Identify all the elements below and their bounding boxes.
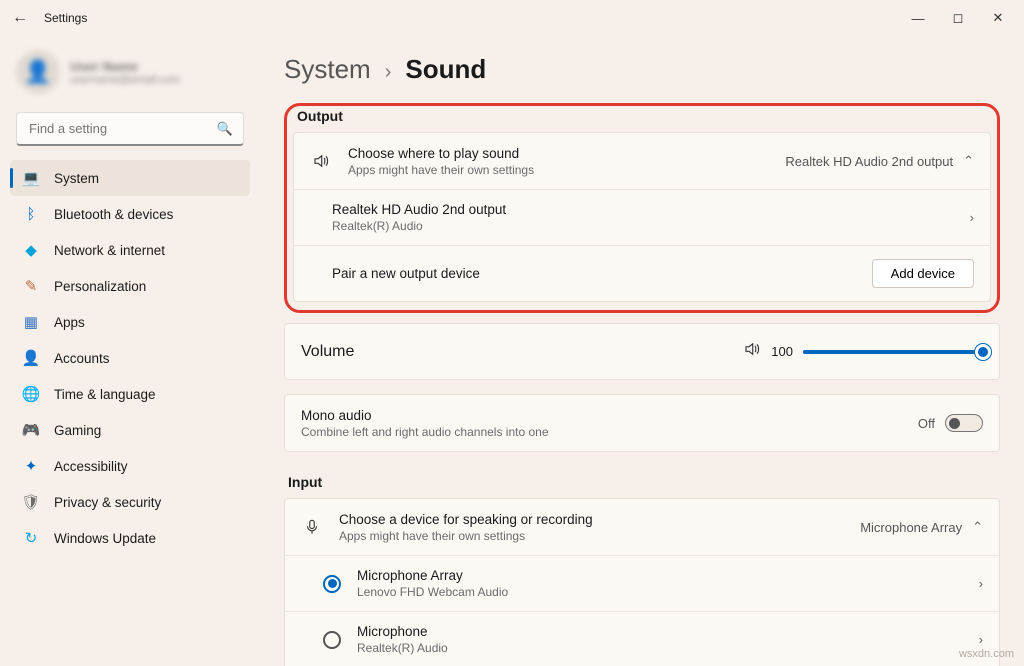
sidebar-item-apps[interactable]: ▦ Apps <box>10 304 250 340</box>
speaker-icon <box>310 152 332 170</box>
nav-icon: ✎ <box>22 277 40 295</box>
sidebar-item-windows-update[interactable]: ↻ Windows Update <box>10 520 250 556</box>
input-device-0-title: Microphone Array <box>357 568 963 583</box>
input-device-row[interactable]: Microphone Array Lenovo FHD Webcam Audio… <box>285 555 999 611</box>
chevron-right-icon: › <box>979 576 983 591</box>
sidebar-item-system[interactable]: 💻 System <box>10 160 250 196</box>
input-device-0-sub: Lenovo FHD Webcam Audio <box>357 585 963 599</box>
nav-icon: 🌐 <box>22 385 40 403</box>
breadcrumb-parent[interactable]: System <box>284 54 371 85</box>
choose-input-row[interactable]: Choose a device for speaking or recordin… <box>285 499 999 555</box>
pair-output-title: Pair a new output device <box>332 266 856 281</box>
mono-audio-card[interactable]: Mono audio Combine left and right audio … <box>284 394 1000 452</box>
volume-slider[interactable] <box>803 350 983 354</box>
input-device-1-sub: Realtek(R) Audio <box>357 641 963 655</box>
volume-label: Volume <box>301 343 729 361</box>
output-heading: Output <box>297 108 991 124</box>
nav-icon: ↻ <box>22 529 40 547</box>
output-device-title: Realtek HD Audio 2nd output <box>332 202 954 217</box>
nav-label: Windows Update <box>54 531 156 546</box>
title-bar: ← Settings — ◻ ✕ <box>0 0 1024 36</box>
chevron-right-icon: › <box>970 210 974 225</box>
pair-output-row: Pair a new output device Add device <box>294 245 990 301</box>
breadcrumb: System › Sound <box>284 54 1000 85</box>
nav-label: Accounts <box>54 351 110 366</box>
volume-card: Volume 100 <box>284 323 1000 380</box>
nav-icon: ✦ <box>22 457 40 475</box>
output-card: Choose where to play sound Apps might ha… <box>293 132 991 302</box>
radio-unselected-icon[interactable] <box>323 631 341 649</box>
mono-title: Mono audio <box>301 408 902 423</box>
nav-label: Personalization <box>54 279 146 294</box>
watermark: wsxdn.com <box>959 648 1014 660</box>
chevron-up-icon: ⌃ <box>972 519 983 535</box>
choose-input-value: Microphone Array <box>860 520 962 535</box>
nav-label: Accessibility <box>54 459 128 474</box>
microphone-icon <box>301 518 323 536</box>
sidebar-item-time-language[interactable]: 🌐 Time & language <box>10 376 250 412</box>
output-highlight-box: Output Choose where to play sound Apps m… <box>284 103 1000 313</box>
search-input-container[interactable]: 🔍 <box>16 112 244 146</box>
profile-email: username@email.com <box>70 74 180 86</box>
sidebar-item-accessibility[interactable]: ✦ Accessibility <box>10 448 250 484</box>
mono-state: Off <box>918 416 935 431</box>
avatar-icon: 👤 <box>16 50 60 94</box>
chevron-right-icon: › <box>979 632 983 647</box>
sidebar: 👤 User Name username@email.com 🔍 💻 System… <box>0 36 260 666</box>
choose-output-value: Realtek HD Audio 2nd output <box>785 154 953 169</box>
close-button[interactable]: ✕ <box>978 4 1018 32</box>
nav-label: System <box>54 171 99 186</box>
back-button[interactable]: ← <box>6 4 34 32</box>
add-output-device-button[interactable]: Add device <box>872 259 974 288</box>
sidebar-item-accounts[interactable]: 👤 Accounts <box>10 340 250 376</box>
nav-icon: 🛡 <box>22 493 40 511</box>
input-device-row[interactable]: Microphone Realtek(R) Audio › <box>285 611 999 666</box>
nav-icon: 🎮 <box>22 421 40 439</box>
breadcrumb-current: Sound <box>405 54 486 85</box>
profile-name: User Name <box>70 59 180 74</box>
profile-block[interactable]: 👤 User Name username@email.com <box>10 44 250 108</box>
sidebar-item-network-internet[interactable]: ◆ Network & internet <box>10 232 250 268</box>
nav-label: Gaming <box>54 423 101 438</box>
output-device-row[interactable]: Realtek HD Audio 2nd output Realtek(R) A… <box>294 189 990 245</box>
input-heading: Input <box>288 474 1000 490</box>
window-title: Settings <box>44 11 87 25</box>
nav-icon: 💻 <box>22 169 40 187</box>
mono-sub: Combine left and right audio channels in… <box>301 425 902 439</box>
sidebar-item-personalization[interactable]: ✎ Personalization <box>10 268 250 304</box>
chevron-right-icon: › <box>385 61 392 84</box>
chevron-up-icon: ⌃ <box>963 153 974 169</box>
choose-output-title: Choose where to play sound <box>348 146 769 161</box>
nav-icon: 👤 <box>22 349 40 367</box>
choose-input-sub: Apps might have their own settings <box>339 529 844 543</box>
nav-label: Bluetooth & devices <box>54 207 173 222</box>
nav-icon: ◆ <box>22 241 40 259</box>
radio-selected-icon[interactable] <box>323 575 341 593</box>
sidebar-item-bluetooth-devices[interactable]: ᛒ Bluetooth & devices <box>10 196 250 232</box>
search-icon: 🔍 <box>217 121 233 137</box>
input-device-1-title: Microphone <box>357 624 963 639</box>
maximize-button[interactable]: ◻ <box>938 4 978 32</box>
sidebar-item-privacy-security[interactable]: 🛡 Privacy & security <box>10 484 250 520</box>
volume-speaker-icon[interactable] <box>743 340 761 363</box>
nav-label: Network & internet <box>54 243 165 258</box>
nav-icon: ▦ <box>22 313 40 331</box>
nav-icon: ᛒ <box>22 205 40 223</box>
mono-toggle[interactable] <box>945 414 983 432</box>
choose-output-row[interactable]: Choose where to play sound Apps might ha… <box>294 133 990 189</box>
input-card: Choose a device for speaking or recordin… <box>284 498 1000 666</box>
nav-label: Time & language <box>54 387 156 402</box>
output-device-sub: Realtek(R) Audio <box>332 219 954 233</box>
nav-list: 💻 System ᛒ Bluetooth & devices ◆ Network & in… <box>10 160 250 556</box>
choose-input-title: Choose a device for speaking or recordin… <box>339 512 844 527</box>
main-content: System › Sound Output Choose where to pl… <box>260 36 1024 666</box>
volume-value: 100 <box>771 344 793 359</box>
search-input[interactable] <box>27 120 217 137</box>
sidebar-item-gaming[interactable]: 🎮 Gaming <box>10 412 250 448</box>
nav-label: Privacy & security <box>54 495 161 510</box>
choose-output-sub: Apps might have their own settings <box>348 163 769 177</box>
nav-label: Apps <box>54 315 85 330</box>
minimize-button[interactable]: — <box>898 4 938 32</box>
